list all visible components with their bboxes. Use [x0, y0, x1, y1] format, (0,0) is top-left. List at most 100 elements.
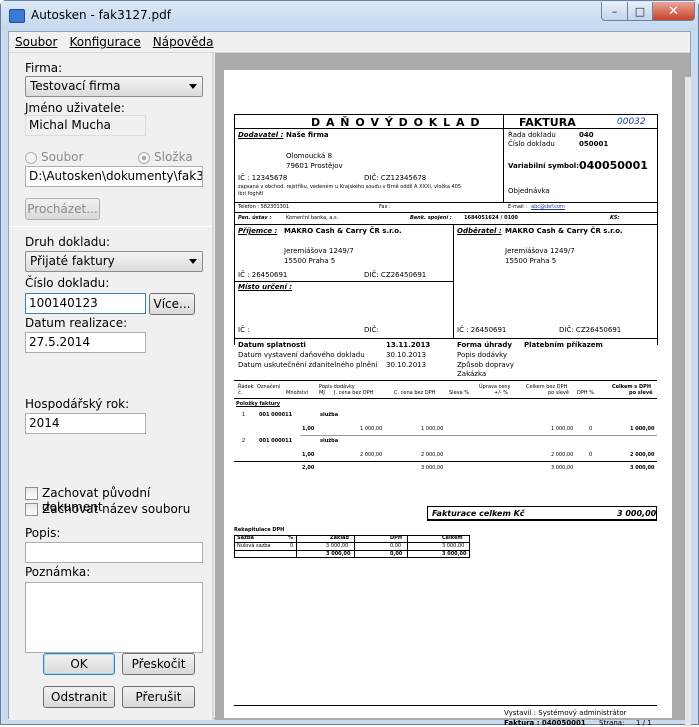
row1-qty: 1,00	[302, 426, 315, 432]
rok-label: Hospodářský rok:	[25, 397, 130, 411]
row2-dph: 0	[589, 452, 593, 458]
pen-ustav-value: Komerční banka, a.s.	[286, 215, 339, 221]
rk-celkem: Celkem	[442, 535, 463, 541]
maximize-button[interactable]: □	[627, 2, 653, 21]
popis-field[interactable]	[25, 542, 203, 563]
col-mnozstvi: Množství	[286, 390, 309, 396]
doc-faktura: FAKTURA	[519, 116, 576, 129]
menu-soubor-label: Soubor	[15, 35, 58, 49]
col-c: č.	[238, 390, 243, 396]
rk-row-celkem: 3 000,00	[442, 543, 465, 549]
uskutecneni-value: 30.10.2013	[386, 361, 427, 369]
popis-dodavky-label: Popis dodávky	[457, 351, 508, 359]
footer-line	[234, 705, 657, 706]
spojeni-label: Bank. spojení :	[410, 215, 452, 221]
odberatel-city: 15500 Praha 5	[505, 257, 557, 265]
sum-qty: 2,00	[302, 465, 315, 471]
odberatel-ic: IČ : 26450691	[457, 326, 507, 334]
frame-line	[234, 338, 657, 339]
row2-jcena: 2 000,00	[360, 452, 383, 458]
doc-number: 00032	[617, 117, 646, 127]
row1-ccena: 1 000,00	[421, 426, 444, 432]
row1-code: 001 000011	[259, 412, 293, 418]
preview-scrollbar[interactable]	[685, 77, 691, 727]
polozky-label: Položky faktury	[236, 401, 281, 407]
popis-label: Popis:	[25, 526, 61, 540]
strana-label: Strana:	[599, 719, 625, 727]
row1-jcena: 1 000,00	[360, 426, 383, 432]
rok-field[interactable]: 2014	[25, 413, 146, 434]
firma-select[interactable]: Testovací firma	[25, 76, 203, 97]
vystaveni-label: Datum vystavení daňového dokladu	[238, 351, 365, 359]
section-divider	[9, 226, 212, 227]
odstranit-button[interactable]: Odstranit	[43, 686, 115, 708]
radio-soubor-label: Soubor	[41, 150, 84, 164]
chk-zachovat-nazev[interactable]	[25, 503, 38, 516]
sum-celkem-s: 3 000,00	[630, 465, 655, 471]
frame-line	[234, 224, 657, 225]
user-field[interactable]: Michal Mucha	[25, 115, 146, 136]
menu-konfigurace[interactable]: Konfigurace	[63, 35, 146, 49]
dodavatel-ic: IČ : 12345678	[238, 174, 288, 182]
fakturace-value: 3 000,00	[617, 509, 657, 518]
row2-celkem-bez: 2 000,00	[551, 452, 574, 458]
close-button[interactable]: ✕	[652, 2, 695, 21]
prijemce-dic: DIČ: CZ26450691	[364, 271, 427, 279]
odberatel-street: Jeremiášova 1249/7	[505, 247, 575, 255]
minimize-button[interactable]: –	[601, 2, 628, 21]
row1-celkem-s: 1 000,00	[630, 426, 655, 432]
col-sleva: Sleva %	[449, 390, 470, 396]
menu-soubor[interactable]: Soubor	[9, 35, 63, 49]
cislo-label: Číslo dokladu:	[25, 276, 110, 290]
browse-button[interactable]: Procházet...	[25, 198, 100, 220]
user-label: Jméno uživatele:	[25, 101, 125, 115]
rada-value: 040	[579, 131, 594, 139]
frame-line	[234, 398, 657, 399]
prerusit-button[interactable]: Přerušit	[122, 686, 195, 708]
path-field[interactable]: D:\Autosken\dokumenty\fak3127.p	[25, 166, 203, 187]
spojeni-value: 1684051624 / 0100	[464, 215, 519, 221]
document-preview[interactable]: D A Ň O V Ý D O K L A D FAKTURA 00032 Do…	[215, 53, 691, 727]
rk-row-dph: 0,00	[390, 543, 402, 549]
pane-splitter[interactable]	[212, 53, 214, 720]
frame-line	[234, 461, 657, 462]
row1-celkem-bez: 1 000,00	[551, 426, 574, 432]
misto-ic: IČ :	[238, 326, 250, 334]
frame-line	[234, 281, 453, 282]
rekap-line	[407, 535, 408, 558]
app-window: Autosken - fak3127.pdf – □ ✕ Soubor Konf…	[0, 0, 699, 727]
menu-konfigurace-label: Konfigurace	[69, 35, 141, 49]
col-dph: DPH %	[577, 390, 594, 396]
dodavatel-label: Dodavatel :	[238, 131, 284, 139]
email-link[interactable]: abc@def.com	[531, 205, 565, 210]
vs-value: 040050001	[579, 159, 648, 172]
chk-zachovat-dokument[interactable]	[25, 487, 38, 500]
menu-bar: Soubor Konfigurace Nápověda	[9, 32, 690, 52]
window-title: Autosken - fak3127.pdf	[31, 8, 171, 22]
chevron-down-icon	[189, 84, 197, 89]
preskocit-button[interactable]: Přeskočit	[122, 653, 195, 675]
rekap-line	[296, 535, 297, 558]
radio-soubor[interactable]	[25, 152, 37, 164]
cislo-field[interactable]: 100140123	[25, 293, 146, 314]
row2-code: 001 000011	[259, 438, 293, 444]
frame-line	[234, 114, 235, 345]
vice-button[interactable]: Více...	[149, 293, 195, 315]
frame-line	[234, 202, 657, 203]
sum-ccena: 3 000,00	[421, 465, 444, 471]
prijemce-ic: IČ : 26450691	[238, 271, 288, 279]
rekap-line	[354, 535, 355, 558]
radio-slozka[interactable]	[138, 152, 150, 164]
forma-value: Platebním příkazem	[524, 341, 603, 349]
ok-button[interactable]: OK	[43, 653, 115, 675]
firma-value: Testovací firma	[30, 79, 121, 93]
poznamka-textarea[interactable]	[25, 582, 203, 653]
datum-field[interactable]: 27.5.2014	[25, 332, 146, 353]
col-jcena: J. cena bez DPH	[334, 390, 374, 396]
druh-select[interactable]: Přijaté faktury	[25, 251, 203, 272]
splatnost-label: Datum splatnosti	[238, 341, 306, 349]
title-bar[interactable]: Autosken - fak3127.pdf – □ ✕	[1, 1, 698, 31]
uskutecneni-label: Datum uskutečnění zdanitelného plnění	[238, 361, 378, 369]
rk-pct: %	[288, 535, 294, 541]
menu-napoveda[interactable]: Nápověda	[147, 35, 220, 49]
